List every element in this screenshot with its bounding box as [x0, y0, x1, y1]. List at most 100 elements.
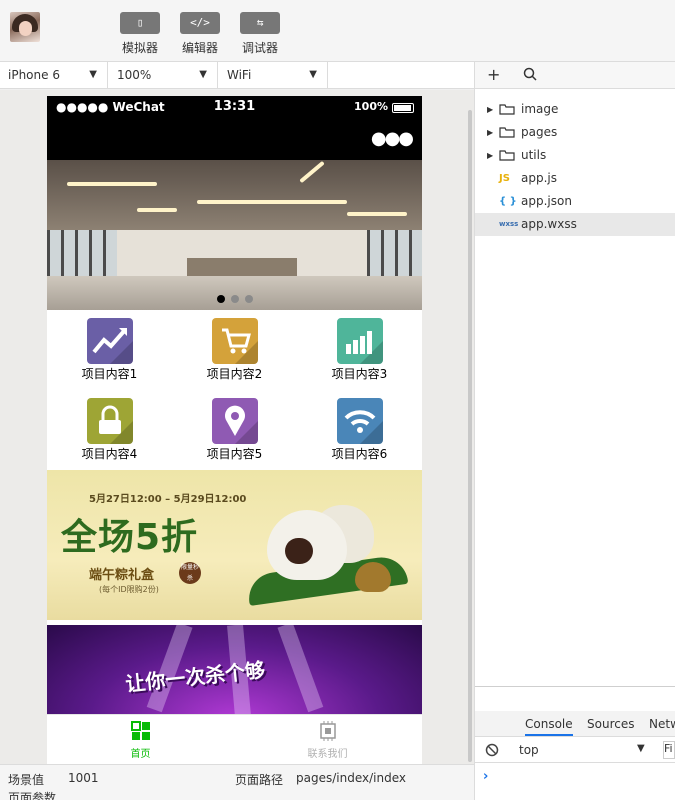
- device-model-select[interactable]: iPhone 6 ▼: [0, 62, 108, 88]
- path-label: 页面路径: [235, 773, 284, 787]
- file-name: app.wxss: [521, 217, 577, 231]
- folder-image[interactable]: ▶ image: [475, 98, 675, 121]
- battery-icon: [392, 103, 414, 113]
- simulator-scrollbar[interactable]: [468, 110, 472, 762]
- promo-subtitle: 端午粽礼盒: [89, 568, 155, 583]
- folder-utils[interactable]: ▶ utils: [475, 144, 675, 167]
- grid-item-3[interactable]: 项目内容3: [297, 310, 422, 390]
- file-name: app.js: [521, 171, 557, 185]
- network-select[interactable]: WiFi ▼: [219, 62, 328, 88]
- dragon-boat-promo-banner[interactable]: 5月27日12:00 – 5月29日12:00 全场5折 端午粽礼盒 (每个ID…: [47, 470, 422, 620]
- phone-status-bar: ●●●●● WeChat 13:31 100%: [47, 96, 422, 118]
- scene-label: 场景值: [8, 773, 45, 787]
- filter-input[interactable]: Fi: [663, 741, 675, 759]
- grid-item-1[interactable]: 项目内容1: [47, 310, 172, 390]
- battery-text: 100%: [354, 100, 388, 113]
- chevron-down-icon: ▼: [89, 69, 97, 80]
- code-icon: </>: [180, 12, 220, 34]
- device-selector-bar: iPhone 6 ▼ 100% ▼ WiFi ▼: [0, 62, 474, 89]
- folder-icon: [499, 150, 515, 161]
- clear-console-icon[interactable]: [485, 743, 499, 760]
- bar-chart-icon: [336, 318, 383, 364]
- grid-item-label: 项目内容4: [81, 447, 138, 461]
- folder-pages[interactable]: ▶ pages: [475, 121, 675, 144]
- expand-arrow-icon[interactable]: ▶: [487, 98, 493, 121]
- grid-home-icon: [130, 721, 150, 740]
- file-name: utils: [521, 148, 547, 162]
- carousel-dot[interactable]: [244, 295, 253, 303]
- file-explorer-panel: + ▶ image ▶ pages ▶ utils JS app.js { } …: [474, 62, 675, 800]
- console-prompt-icon[interactable]: ›: [483, 769, 488, 784]
- grid-item-6[interactable]: 项目内容6: [297, 390, 422, 470]
- js-file-icon: JS: [499, 173, 510, 184]
- grid-item-label: 项目内容1: [81, 367, 138, 381]
- promo-note: (每个ID限购2份): [99, 585, 159, 594]
- tab-console[interactable]: Console: [525, 717, 573, 736]
- device-model-value: iPhone 6: [8, 68, 60, 82]
- chevron-down-icon[interactable]: ▼: [637, 743, 645, 754]
- sale-promo-banner[interactable]: 让你一次杀个够: [47, 625, 422, 720]
- more-icon[interactable]: ●●●: [371, 128, 414, 149]
- file-app-wxss[interactable]: wxss app.wxss: [475, 213, 675, 236]
- top-toolbar: ▯ 模拟器 </> 编辑器 ⇆ 调试器: [0, 0, 675, 62]
- file-app-json[interactable]: { } app.json: [475, 190, 675, 213]
- grid-item-4[interactable]: 项目内容4: [47, 390, 172, 470]
- context-select[interactable]: top: [519, 743, 539, 757]
- grid-item-label: 项目内容2: [206, 367, 263, 381]
- folder-icon: [499, 104, 515, 115]
- tab-contact[interactable]: 联系我们: [234, 721, 421, 760]
- file-name: app.json: [521, 194, 572, 208]
- tab-home-label: 首页: [130, 749, 151, 760]
- add-icon[interactable]: +: [487, 65, 500, 84]
- lobby-banner-image[interactable]: [47, 160, 422, 310]
- grid-item-label: 项目内容5: [206, 447, 263, 461]
- carousel-dot[interactable]: [216, 295, 225, 303]
- shopping-cart-icon: [211, 318, 258, 364]
- json-file-icon: { }: [499, 196, 517, 207]
- search-icon[interactable]: [523, 66, 537, 85]
- promo-badge: 限量秒杀: [179, 562, 201, 584]
- console-filter-row: top ▼ Fi: [475, 737, 675, 763]
- chevron-down-icon: ▼: [199, 69, 207, 80]
- wxss-file-icon: wxss: [499, 220, 519, 228]
- network-value: WiFi: [227, 68, 252, 82]
- scene-value: 1001: [68, 771, 99, 785]
- debugger-button[interactable]: ⇆ 调试器: [235, 12, 285, 56]
- phone-tab-bar: 首页 联系我们: [47, 714, 422, 764]
- lock-icon: [86, 398, 133, 444]
- console-tabs: Console Sources Netw: [475, 711, 675, 737]
- debugger-label: 调试器: [241, 41, 278, 55]
- page-info-bar: 场景值 1001 页面路径 pages/index/index 页面参数: [0, 764, 474, 800]
- grid-item-label: 项目内容6: [331, 447, 388, 461]
- file-name: pages: [521, 125, 558, 139]
- carousel-dot[interactable]: [230, 295, 239, 303]
- location-pin-icon: [211, 398, 258, 444]
- simulator-button[interactable]: ▯ 模拟器: [115, 12, 165, 56]
- zoom-select[interactable]: 100% ▼: [109, 62, 218, 88]
- promo-date: 5月27日12:00 – 5月29日12:00: [89, 494, 247, 505]
- user-avatar[interactable]: [10, 12, 40, 42]
- editor-button[interactable]: </> 编辑器: [175, 12, 225, 56]
- expand-arrow-icon[interactable]: ▶: [487, 121, 493, 144]
- phone-nav-bar: ●●●: [47, 118, 422, 160]
- file-tree: ▶ image ▶ pages ▶ utils JS app.js { } ap…: [475, 98, 675, 236]
- debugger-icon: ⇆: [240, 12, 280, 34]
- chip-icon: [319, 721, 336, 741]
- grid-item-5[interactable]: 项目内容5: [172, 390, 297, 470]
- params-label: 页面参数: [8, 791, 57, 800]
- file-app-js[interactable]: JS app.js: [475, 167, 675, 190]
- chevron-down-icon: ▼: [309, 69, 317, 80]
- tab-home[interactable]: 首页: [47, 721, 234, 760]
- tab-contact-label: 联系我们: [307, 749, 348, 760]
- simulator-label: 模拟器: [121, 41, 158, 55]
- path-value: pages/index/index: [296, 771, 406, 785]
- zoom-value: 100%: [117, 68, 152, 82]
- tab-network[interactable]: Netw: [649, 717, 675, 731]
- trend-chart-icon: [86, 318, 133, 364]
- expand-arrow-icon[interactable]: ▶: [487, 144, 493, 167]
- grid-item-label: 项目内容3: [331, 367, 388, 381]
- tab-sources[interactable]: Sources: [587, 717, 634, 731]
- feature-grid: 项目内容1 项目内容2 项目内容3 项目内容4 项目内容5 项目内容6: [47, 310, 422, 470]
- wifi-icon: [336, 398, 383, 444]
- grid-item-2[interactable]: 项目内容2: [172, 310, 297, 390]
